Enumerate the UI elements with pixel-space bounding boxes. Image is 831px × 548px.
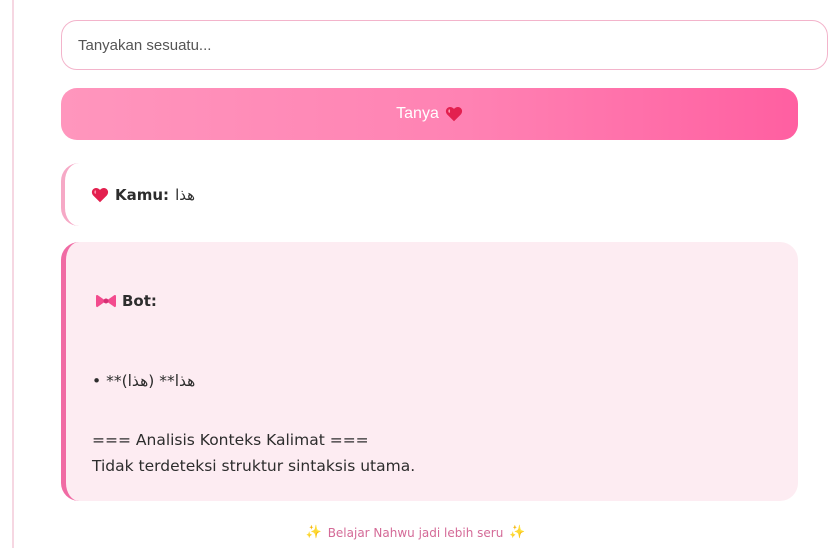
ask-button-label: Tanya bbox=[396, 105, 439, 122]
heart-icon bbox=[91, 187, 109, 202]
sparkle-fairy-icon: ✨ bbox=[305, 525, 322, 540]
bot-header: Bot: bbox=[96, 292, 157, 310]
heart-icon bbox=[445, 107, 462, 122]
ask-button[interactable]: Tanya bbox=[61, 88, 798, 140]
bot-line-analysis-heading: === Analisis Konteks Kalimat === bbox=[92, 431, 369, 449]
bot-line-analysis-result: Tidak terdeteksi struktur sintaksis utam… bbox=[92, 457, 416, 475]
user-speaker-label: Kamu: bbox=[115, 185, 170, 204]
ribbon-icon bbox=[96, 294, 116, 308]
bot-message: Bot: • **(هذا) **هذا === Analisis Kontek… bbox=[61, 242, 798, 501]
footer-text: Belajar Nahwu jadi lebih seru bbox=[327, 525, 504, 540]
sparkle-fairy-icon: ✨ bbox=[509, 525, 526, 540]
user-message-text: هذا bbox=[175, 185, 196, 204]
search-input[interactable] bbox=[61, 20, 828, 70]
bot-line-arabic: • **(هذا) **هذا bbox=[92, 372, 196, 390]
footer: ✨ Belajar Nahwu jadi lebih seru ✨ bbox=[0, 525, 831, 540]
user-message: Kamu: هذا bbox=[61, 163, 798, 226]
left-divider bbox=[12, 0, 14, 548]
bot-speaker-label: Bot: bbox=[122, 292, 157, 310]
page: Tanya Kamu: هذا Bot: • **(هذا) **هذا ===… bbox=[0, 0, 831, 548]
